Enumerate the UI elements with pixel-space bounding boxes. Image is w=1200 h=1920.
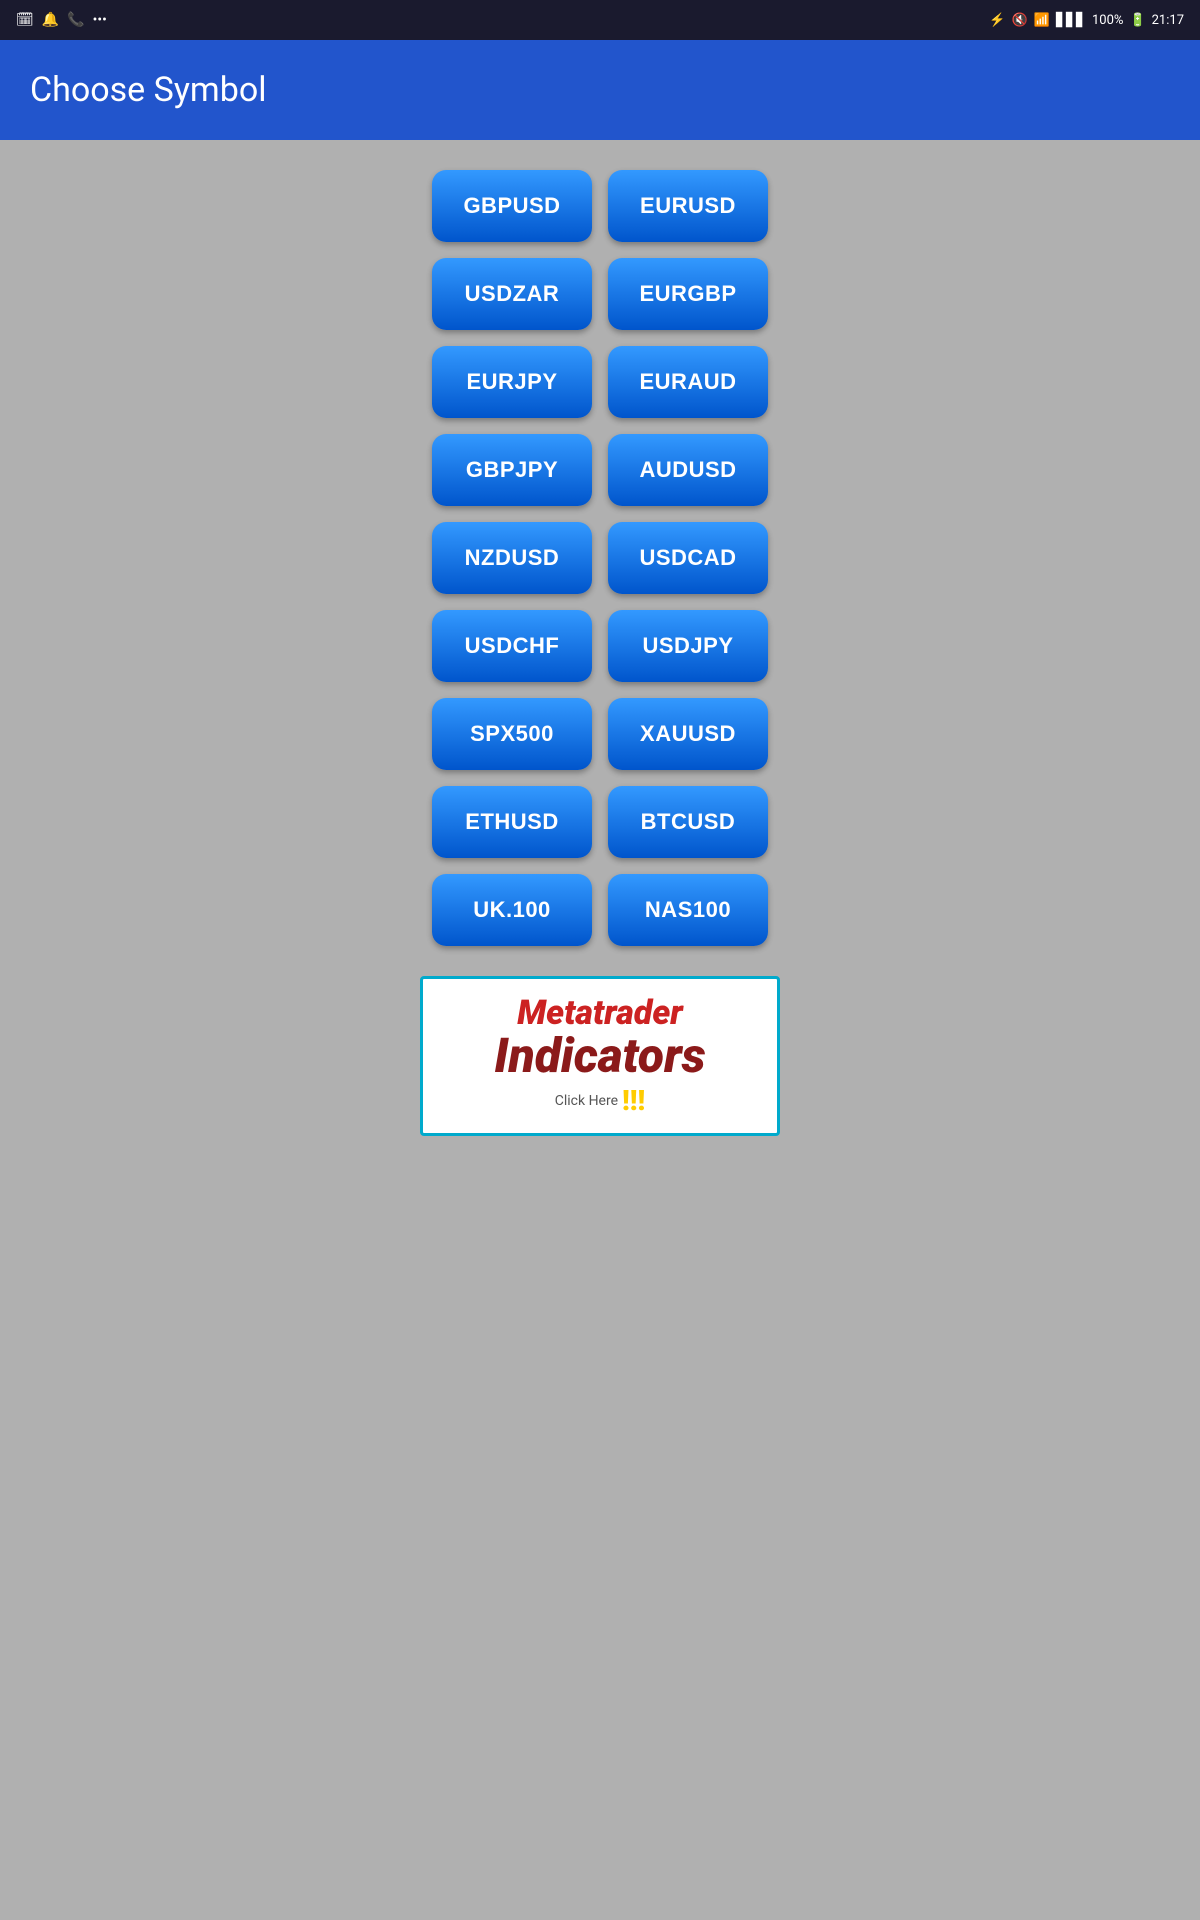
status-bar-left: 🗓 🔔 📞 ••• <box>16 12 107 28</box>
symbol-button-usdjpy[interactable]: USDJPY <box>608 610 768 682</box>
symbol-button-nas100[interactable]: NAS100 <box>608 874 768 946</box>
time-display: 21:17 <box>1152 13 1184 28</box>
ad-banner-subtitle: Indicators <box>494 1032 705 1080</box>
symbol-button-eurjpy[interactable]: EURJPY <box>432 346 592 418</box>
symbol-button-usdchf[interactable]: USDCHF <box>432 610 592 682</box>
ad-click-text: Click Here <box>555 1093 618 1109</box>
symbol-button-ethusd[interactable]: ETHUSD <box>432 786 592 858</box>
mute-icon: 🔇 <box>1012 13 1028 28</box>
notification-icon: 🗓 <box>16 12 34 28</box>
symbol-button-usdcad[interactable]: USDCAD <box>608 522 768 594</box>
ad-banner[interactable]: Metatrader Indicators Click Here !!! <box>420 976 780 1136</box>
more-icon: ••• <box>93 12 107 28</box>
status-bar: 🗓 🔔 📞 ••• ⚡ 🔇 📶 ▋▋▋ 100% 🔋 21:17 <box>0 0 1200 40</box>
signal-icon: ▋▋▋ <box>1056 13 1086 28</box>
phone-icon: 📞 <box>67 12 84 28</box>
symbol-button-uk.100[interactable]: UK.100 <box>432 874 592 946</box>
main-content: GBPUSDEURUSDUSDZAREURGBPEURJPYEURAUDGBPJ… <box>0 140 1200 1166</box>
battery-level: 100% <box>1092 13 1123 28</box>
app-header: Choose Symbol <box>0 40 1200 140</box>
symbol-button-audusd[interactable]: AUDUSD <box>608 434 768 506</box>
symbol-grid: GBPUSDEURUSDUSDZAREURGBPEURJPYEURAUDGBPJ… <box>432 170 768 946</box>
symbol-button-btcusd[interactable]: BTCUSD <box>608 786 768 858</box>
page-title: Choose Symbol <box>30 70 267 110</box>
symbol-button-euraud[interactable]: EURAUD <box>608 346 768 418</box>
alarm-icon: 🔔 <box>42 12 59 28</box>
symbol-button-gbpusd[interactable]: GBPUSD <box>432 170 592 242</box>
symbol-button-eurusd[interactable]: EURUSD <box>608 170 768 242</box>
symbol-button-usdzar[interactable]: USDZAR <box>432 258 592 330</box>
symbol-button-xauusd[interactable]: XAUUSD <box>608 698 768 770</box>
symbol-button-nzdusd[interactable]: NZDUSD <box>432 522 592 594</box>
symbol-button-eurgbp[interactable]: EURGBP <box>608 258 768 330</box>
bluetooth-icon: ⚡ <box>989 13 1005 28</box>
symbol-button-spx500[interactable]: SPX500 <box>432 698 592 770</box>
symbol-button-gbpjpy[interactable]: GBPJPY <box>432 434 592 506</box>
ad-banner-click: Click Here !!! <box>555 1084 646 1117</box>
ad-exclamations: !!! <box>622 1084 645 1117</box>
wifi-icon: 📶 <box>1034 13 1050 28</box>
status-bar-right: ⚡ 🔇 📶 ▋▋▋ 100% 🔋 21:17 <box>989 13 1184 28</box>
battery-icon: 🔋 <box>1129 13 1145 28</box>
